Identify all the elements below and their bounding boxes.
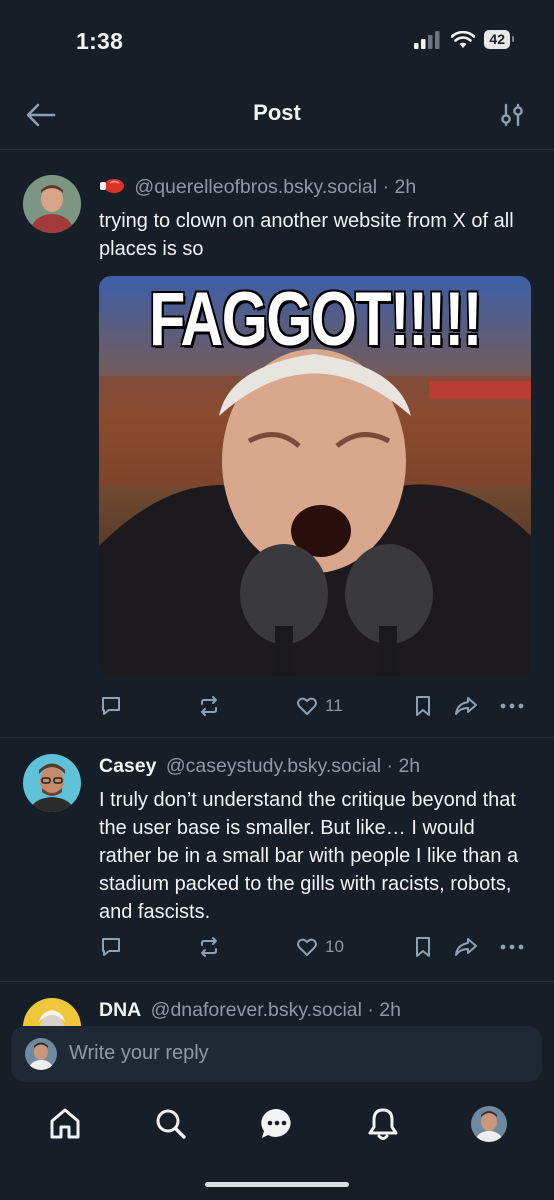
post-time: · 2h — [367, 999, 401, 1021]
post-header: @querelleofbros.bsky.social · 2h — [99, 176, 534, 199]
repost-icon — [201, 937, 217, 957]
like-count: 11 — [325, 696, 343, 715]
avatar[interactable] — [23, 754, 81, 812]
post-handle[interactable]: @caseystudy.bsky.social — [166, 755, 381, 777]
image-caption: FAGGOT!!!!! — [149, 277, 482, 362]
post-header: DNA @dnaforever.bsky.social · 2h — [99, 999, 534, 1022]
status-icons: 42 — [414, 30, 514, 49]
post-image[interactable]: FAGGOT!!!!! — [99, 276, 531, 676]
reply-input[interactable]: Write your reply — [11, 1026, 542, 1082]
search-icon — [156, 1109, 186, 1139]
avatar[interactable] — [23, 175, 81, 233]
post-time: · 2h — [382, 176, 417, 198]
reply-button[interactable] — [99, 935, 123, 959]
page-title: Post — [253, 100, 301, 125]
post-display-name[interactable]: DNA — [99, 999, 141, 1021]
post-actions: 11 — [99, 694, 531, 724]
signal-icon — [414, 30, 440, 49]
wifi-icon — [451, 30, 476, 48]
more-icon — [500, 703, 524, 709]
more-icon — [500, 944, 524, 950]
share-icon — [455, 938, 477, 956]
profile-icon — [471, 1106, 507, 1142]
reply-icon — [102, 697, 120, 715]
like-count: 10 — [325, 937, 344, 956]
boxing-glove-emoji-icon — [100, 179, 124, 193]
reply-placeholder: Write your reply — [69, 1042, 209, 1064]
repost-icon — [201, 696, 217, 716]
status-time: 1:38 — [76, 28, 124, 54]
post-item[interactable]: @querelleofbros.bsky.social · 2h trying … — [0, 151, 554, 738]
post-item[interactable]: Casey @caseystudy.bsky.social · 2h I tru… — [0, 738, 554, 982]
home-indicator — [205, 1182, 349, 1187]
filter-icon — [501, 103, 523, 127]
post-display-name[interactable]: Casey — [99, 755, 156, 777]
post-text: I truly don’t understand the critique be… — [99, 789, 519, 923]
tab-home[interactable] — [43, 1102, 87, 1146]
share-icon — [455, 697, 477, 715]
tab-chat[interactable] — [255, 1102, 299, 1146]
repost-button[interactable] — [197, 694, 221, 718]
bookmark-button[interactable] — [411, 935, 435, 959]
heart-icon — [297, 938, 317, 956]
tab-notifications[interactable] — [361, 1102, 405, 1146]
like-button[interactable]: 11 — [295, 694, 343, 718]
post-header: Casey @caseystudy.bsky.social · 2h — [99, 755, 534, 778]
chat-icon — [261, 1108, 291, 1138]
post-time: · 2h — [386, 755, 421, 777]
heart-icon — [297, 697, 317, 715]
thread-settings-button[interactable] — [498, 100, 526, 130]
bookmark-icon — [416, 937, 430, 957]
status-bar: 1:38 42 — [0, 0, 554, 80]
reply-button[interactable] — [99, 694, 123, 718]
tab-profile[interactable] — [467, 1102, 511, 1146]
share-button[interactable] — [453, 935, 479, 959]
avatar — [25, 1038, 57, 1070]
repost-button[interactable] — [197, 935, 221, 959]
more-button[interactable] — [499, 935, 525, 959]
like-button[interactable]: 10 — [295, 935, 344, 959]
nav-header: Post — [0, 80, 554, 150]
tab-search[interactable] — [149, 1102, 193, 1146]
bookmark-icon — [416, 696, 430, 716]
home-icon — [50, 1108, 80, 1139]
more-button[interactable] — [499, 694, 525, 718]
battery-indicator: 42 — [484, 30, 514, 49]
post-text: trying to clown on another website from … — [99, 210, 514, 260]
post-handle[interactable]: @querelleofbros.bsky.social — [134, 176, 377, 198]
share-button[interactable] — [453, 694, 479, 718]
post-handle[interactable]: @dnaforever.bsky.social — [151, 999, 362, 1021]
bookmark-button[interactable] — [411, 694, 435, 718]
post-actions: 10 — [99, 935, 531, 965]
bell-icon — [368, 1108, 398, 1140]
reply-icon — [102, 938, 120, 956]
